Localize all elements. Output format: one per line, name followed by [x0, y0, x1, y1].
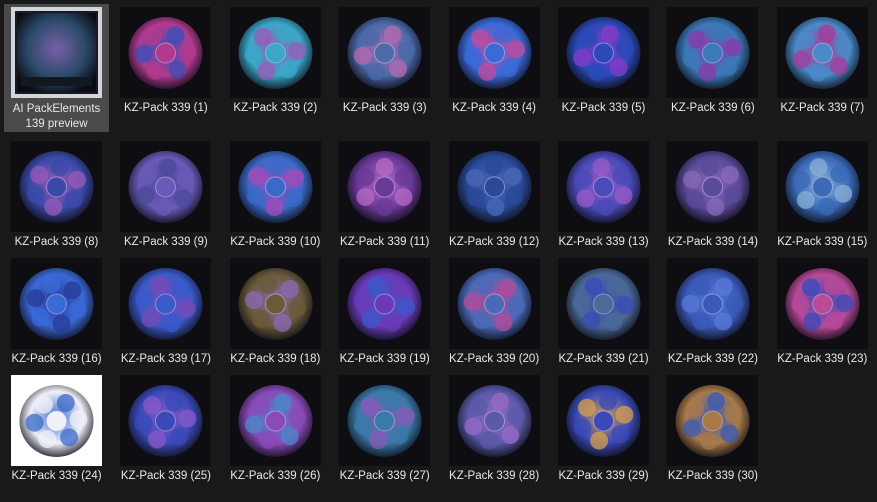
file-item[interactable]: KZ-Pack 339 (20) [442, 255, 547, 369]
file-name-label: KZ-Pack 339 (23) [777, 353, 868, 365]
file-name-label: KZ-Pack 339 (5) [561, 102, 646, 114]
file-name-label: KZ-Pack 339 (6) [671, 102, 755, 114]
file-name-label: KZ-Pack 339 (13) [558, 236, 649, 248]
file-name-label: KZ-Pack 339 (24) [11, 470, 102, 482]
file-name-label: KZ-Pack 339 (20) [449, 353, 540, 365]
sunflower-icon [339, 258, 431, 349]
file-item[interactable]: KZ-Pack 339 (12) [442, 138, 547, 252]
unicorn-icon [120, 141, 212, 232]
fairy-door-icon [339, 375, 431, 466]
file-name-label: KZ-Pack 339 (19) [339, 353, 430, 365]
teacup-icon [11, 375, 102, 466]
flower-cluster-icon [776, 141, 868, 232]
file-item[interactable]: KZ-Pack 339 (7) [770, 4, 875, 118]
file-name-label: KZ-Pack 339 (21) [558, 353, 649, 365]
file-item[interactable]: KZ-Pack 339 (1) [113, 4, 218, 118]
file-item[interactable]: KZ-Pack 339 (3) [332, 4, 437, 118]
puppy-icon [667, 375, 759, 466]
file-item[interactable]: KZ-Pack 339 (24) [4, 372, 109, 486]
file-name-label: KZ-Pack 339 (12) [449, 236, 540, 248]
flower-wreath-icon [120, 7, 212, 98]
file-name-label: KZ-Pack 339 (15) [777, 236, 868, 248]
flower-branch-icon [558, 7, 649, 98]
file-name-label: KZ-Pack 339 (18) [230, 353, 321, 365]
file-item[interactable]: KZ-Pack 339 (26) [223, 372, 328, 486]
file-item[interactable]: KZ-Pack 339 (22) [660, 255, 765, 369]
flower-face-icon [448, 258, 540, 349]
file-browser-view: AI PackElements 139 preview KZ-Pack 339 (… [0, 0, 877, 502]
file-name-label: KZ-Pack 339 (29) [558, 470, 649, 482]
caterpillar-flower-icon [667, 258, 759, 349]
crystal-logs-icon [339, 141, 431, 232]
file-item[interactable]: KZ-Pack 339 (2) [223, 4, 328, 118]
file-item[interactable]: KZ-Pack 339 (4) [442, 4, 547, 118]
file-item[interactable]: KZ-Pack 339 (14) [660, 138, 765, 252]
file-item[interactable]: KZ-Pack 339 (19) [332, 255, 437, 369]
file-item[interactable]: KZ-Pack 339 (6) [660, 4, 765, 118]
butterfly-icon [11, 258, 102, 349]
file-name-label: KZ-Pack 339 (25) [120, 470, 211, 482]
file-name-label: AI PackElements 139 preview [12, 103, 101, 130]
file-item[interactable]: KZ-Pack 339 (25) [113, 372, 218, 486]
file-item[interactable]: KZ-Pack 339 (28) [442, 372, 547, 486]
file-item[interactable]: KZ-Pack 339 (23) [770, 255, 875, 369]
file-name-label: KZ-Pack 339 (17) [120, 353, 211, 365]
file-item[interactable]: KZ-Pack 339 (8) [4, 138, 109, 252]
file-item[interactable]: KZ-Pack 339 (13) [551, 138, 656, 252]
file-name-label: KZ-Pack 339 (9) [124, 236, 208, 248]
squirrel-icon [448, 141, 540, 232]
file-name-label: KZ-Pack 339 (1) [124, 102, 208, 114]
lotus-flower-icon [558, 141, 649, 232]
squirrel-curled-icon [667, 141, 759, 232]
file-item[interactable]: KZ-Pack 339 (10) [223, 138, 328, 252]
file-name-label: KZ-Pack 339 (27) [339, 470, 430, 482]
file-item[interactable]: KZ-Pack 339 (21) [551, 255, 656, 369]
file-item[interactable]: KZ-Pack 339 (9) [113, 138, 218, 252]
file-name-label: KZ-Pack 339 (26) [230, 470, 321, 482]
caterpillar-icon [120, 258, 212, 349]
file-item[interactable]: KZ-Pack 339 (17) [113, 255, 218, 369]
file-item[interactable]: KZ-Pack 339 (30) [660, 372, 765, 486]
file-name-label: KZ-Pack 339 (4) [452, 102, 536, 114]
file-name-label: KZ-Pack 339 (22) [667, 353, 758, 365]
file-item[interactable]: KZ-Pack 339 (29) [551, 372, 656, 486]
file-item[interactable]: KZ-Pack 339 (11) [332, 138, 437, 252]
waterfall-icon [229, 375, 321, 466]
file-name-label: KZ-Pack 339 (30) [667, 470, 758, 482]
lantern-icon [229, 7, 321, 98]
file-item[interactable]: KZ-Pack 339 (18) [223, 255, 328, 369]
file-name-label: KZ-Pack 339 (7) [780, 102, 865, 114]
file-item[interactable]: AI PackElements 139 preview [4, 4, 109, 132]
file-name-label: KZ-Pack 339 (2) [233, 102, 318, 114]
file-name-label: KZ-Pack 339 (3) [342, 102, 427, 114]
file-item[interactable]: KZ-Pack 339 (5) [551, 4, 656, 118]
teapot-scene-icon [229, 258, 321, 349]
file-item[interactable]: KZ-Pack 339 (27) [332, 372, 437, 486]
jar-icon [558, 375, 649, 466]
file-item[interactable]: KZ-Pack 339 (16) [4, 255, 109, 369]
potion-bottle-icon [667, 7, 759, 98]
flower-basket-icon [776, 258, 868, 349]
file-name-label: KZ-Pack 339 (14) [667, 236, 758, 248]
preview-collage-icon [11, 7, 102, 98]
file-name-label: KZ-Pack 339 (8) [14, 236, 99, 248]
fawn-icon [448, 375, 540, 466]
potion-bottle-icon [776, 7, 868, 98]
tree-house-icon [120, 375, 212, 466]
hedgehog-icon [229, 141, 321, 232]
file-name-label: KZ-Pack 339 (11) [340, 236, 430, 248]
file-name-label: KZ-Pack 339 (16) [11, 353, 102, 365]
file-name-label: KZ-Pack 339 (10) [230, 236, 321, 248]
girl-in-hat-icon [339, 7, 431, 98]
flower-bouquet-icon [448, 7, 540, 98]
file-item[interactable]: KZ-Pack 339 (15) [770, 138, 875, 252]
mouse-icon [558, 258, 649, 349]
file-name-label: KZ-Pack 339 (28) [449, 470, 540, 482]
fox-in-hat-icon [11, 141, 102, 232]
